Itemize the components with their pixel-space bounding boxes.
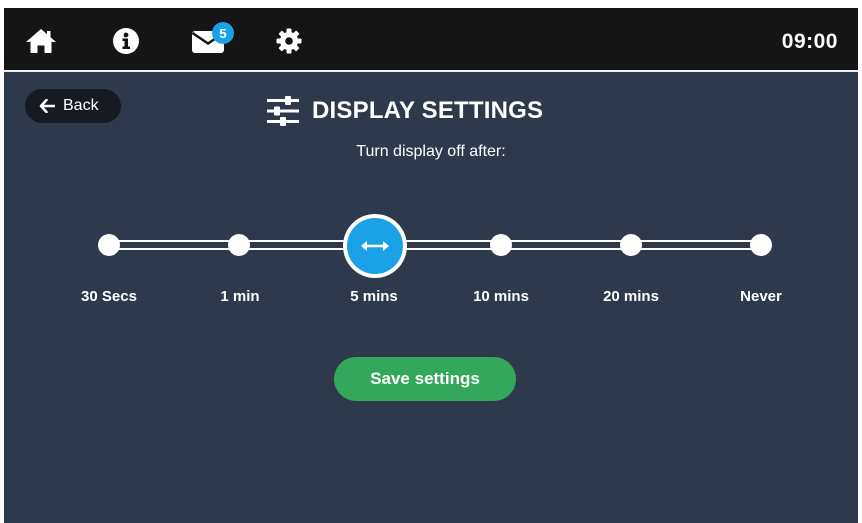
slider-stop-never[interactable] xyxy=(750,234,772,256)
slider-handle-fill xyxy=(347,218,403,274)
top-bar: 5 09:00 xyxy=(4,8,858,72)
slider-label-10-mins: 10 mins xyxy=(473,288,529,305)
horizontal-arrows-icon xyxy=(361,241,389,251)
back-button[interactable]: Back xyxy=(25,89,121,123)
home-icon[interactable] xyxy=(25,26,57,56)
subtitle: Turn display off after: xyxy=(356,143,506,160)
back-label: Back xyxy=(63,97,99,114)
slider-stop-30-secs[interactable] xyxy=(98,234,120,256)
page-title-block: DISPLAY SETTINGS xyxy=(266,96,543,126)
slider-stop-1-min[interactable] xyxy=(228,234,250,256)
arrow-left-icon xyxy=(39,99,55,113)
slider-track[interactable] xyxy=(107,240,762,250)
slider-label-5-mins: 5 mins xyxy=(350,288,398,305)
slider-handle[interactable] xyxy=(343,214,407,278)
slider-stop-10-mins[interactable] xyxy=(490,234,512,256)
display-settings-screen: 5 09:00 Back DISPLAY SETTINGS Turn displ… xyxy=(4,8,858,523)
sliders-icon xyxy=(267,96,299,126)
gear-icon[interactable] xyxy=(273,26,305,56)
clock: 09:00 xyxy=(781,30,838,53)
info-icon[interactable] xyxy=(110,26,142,56)
save-settings-button[interactable]: Save settings xyxy=(334,357,516,401)
mail-count-badge: 5 xyxy=(212,22,234,44)
slider-label-never: Never xyxy=(740,288,782,305)
slider-label-30-secs: 30 Secs xyxy=(81,288,137,305)
slider-stop-20-mins[interactable] xyxy=(620,234,642,256)
slider-label-20-mins: 20 mins xyxy=(603,288,659,305)
page-title: DISPLAY SETTINGS xyxy=(312,97,544,124)
slider-label-1-min: 1 min xyxy=(220,288,260,305)
